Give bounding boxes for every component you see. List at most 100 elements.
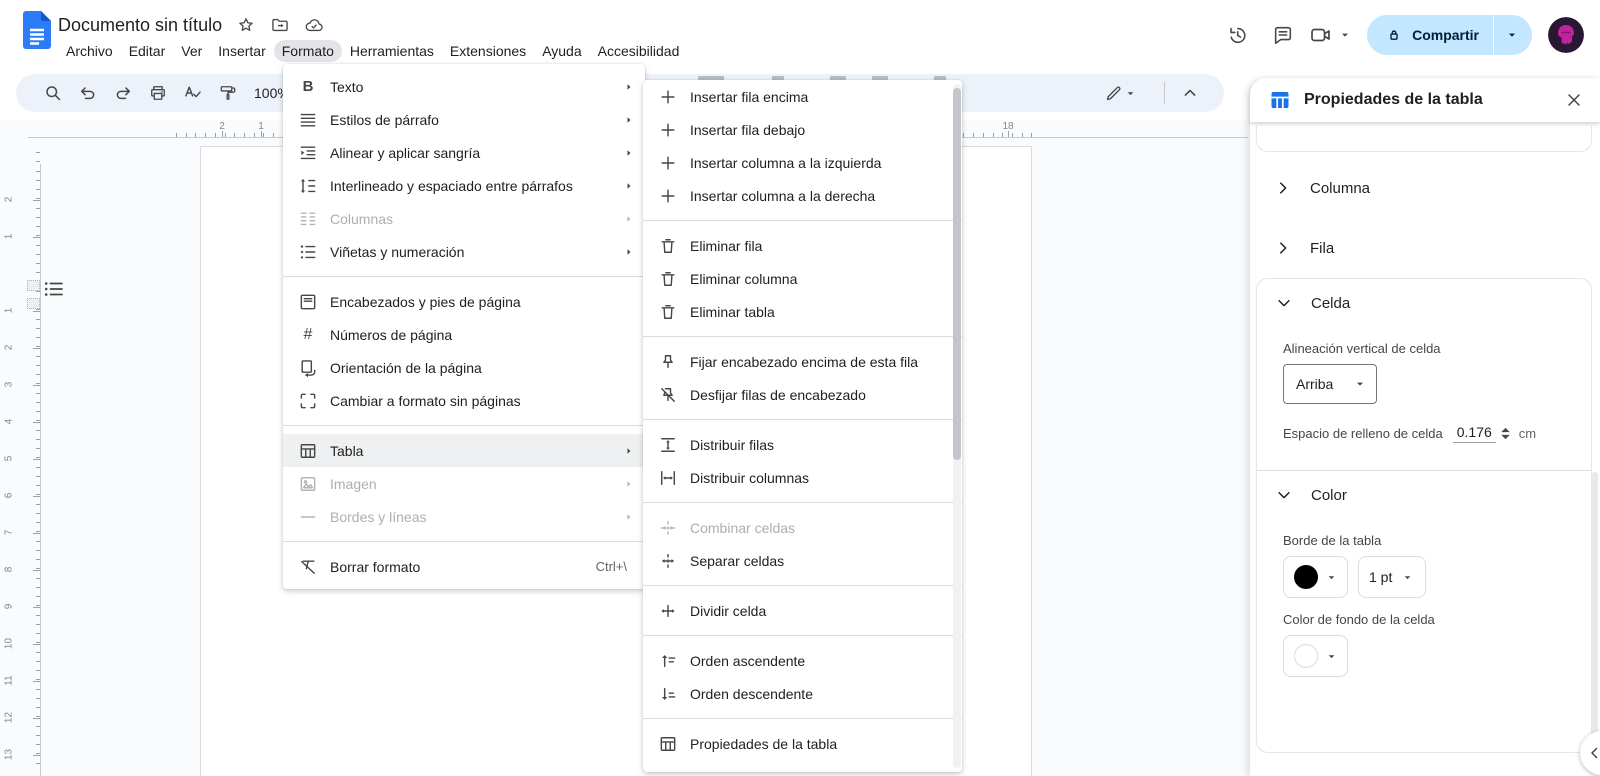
star-icon[interactable] xyxy=(236,15,256,35)
menubar-item-ver[interactable]: Ver xyxy=(173,40,210,62)
menu-item-label: Desfijar filas de encabezado xyxy=(690,386,866,403)
menu-item-label: Interlineado y espaciado entre párrafos xyxy=(330,177,573,194)
move-folder-icon[interactable] xyxy=(270,15,290,35)
menu-item-orden-ascendente[interactable]: Orden ascendente xyxy=(643,644,962,677)
chevron-down-icon[interactable] xyxy=(1275,486,1293,504)
meet-call-button[interactable] xyxy=(1309,23,1353,47)
ruler-tick xyxy=(214,133,216,137)
menu-item-orientacion-de-pagina[interactable]: Orientación de la página xyxy=(283,351,645,384)
ruler-tick xyxy=(36,744,40,745)
docs-logo-icon[interactable] xyxy=(23,11,51,49)
menu-item-insertar-columna-izquierda[interactable]: Insertar columna a la izquierda xyxy=(643,146,962,179)
table-row-grip[interactable] xyxy=(27,298,40,309)
search-menus-icon[interactable] xyxy=(40,80,66,106)
menu-item-numeros-de-pagina[interactable]: # Números de página xyxy=(283,318,645,351)
menu-item-fijar-encabezado[interactable]: Fijar encabezado encima de esta fila xyxy=(643,345,962,378)
menu-item-insertar-fila-encima[interactable]: Insertar fila encima xyxy=(643,80,962,113)
chevron-down-icon[interactable] xyxy=(1275,294,1293,312)
chevron-right-icon[interactable] xyxy=(1274,239,1292,257)
chevron-right-icon[interactable] xyxy=(1274,179,1292,197)
section-label: Celda xyxy=(1311,294,1351,312)
menubar-item-ayuda[interactable]: Ayuda xyxy=(534,40,589,62)
plus-icon xyxy=(658,120,678,140)
menubar-item-accesibilidad[interactable]: Accesibilidad xyxy=(590,40,688,62)
menu-item-orden-descendente[interactable]: Orden descendente xyxy=(643,677,962,710)
cloud-status-icon[interactable] xyxy=(304,15,324,35)
redo-icon[interactable] xyxy=(110,80,136,106)
menu-item-dividir-celda[interactable]: Dividir celda xyxy=(643,594,962,627)
meet-dropdown-icon[interactable] xyxy=(1337,27,1353,43)
valign-select[interactable]: Arriba xyxy=(1283,364,1377,404)
menu-item-eliminar-tabla[interactable]: Eliminar tabla xyxy=(643,295,962,328)
ruler-tick xyxy=(36,549,40,551)
menu-item-encabezados-y-pies[interactable]: Encabezados y pies de página xyxy=(283,285,645,318)
menu-item-separar-celdas[interactable]: Separar celdas xyxy=(643,544,962,577)
ruler-tick xyxy=(36,161,40,163)
menu-item-vinetas-y-numeracion[interactable]: Viñetas y numeración xyxy=(283,235,645,268)
share-button[interactable]: Compartir xyxy=(1367,15,1532,55)
menu-item-label: Fijar encabezado encima de esta fila xyxy=(690,353,919,370)
menu-item-insertar-fila-debajo[interactable]: Insertar fila debajo xyxy=(643,113,962,146)
border-width-select[interactable]: 1 pt xyxy=(1358,556,1427,598)
menubar-item-editar[interactable]: Editar xyxy=(121,40,174,62)
section-fila[interactable]: Fila xyxy=(1256,226,1592,270)
paint-format-icon[interactable] xyxy=(215,80,241,106)
menu-item-propiedades-de-la-tabla[interactable]: Propiedades de la tabla xyxy=(643,727,962,760)
section-color[interactable]: Color xyxy=(1257,471,1591,519)
border-color-swatch[interactable] xyxy=(1283,556,1348,598)
close-panel-icon[interactable] xyxy=(1556,82,1592,118)
pin-icon xyxy=(658,352,678,372)
padding-input[interactable]: 0.176 xyxy=(1452,424,1496,443)
padding-stepper[interactable] xyxy=(1500,427,1511,440)
panel-scrollbar[interactable] xyxy=(1592,472,1598,762)
menubar-item-insertar[interactable]: Insertar xyxy=(210,40,273,62)
menu-item-desfijar-filas[interactable]: Desfijar filas de encabezado xyxy=(643,378,962,411)
ruler-tick xyxy=(36,392,40,394)
document-title[interactable]: Documento sin título xyxy=(58,15,222,36)
spellcheck-icon[interactable] xyxy=(180,80,206,106)
menu-separator xyxy=(643,419,962,420)
vertical-ruler[interactable]: 2 1 1 2 3 4 5 6 7 8 9 10 11 12 13 xyxy=(0,138,41,776)
menu-item-texto[interactable]: B Texto xyxy=(283,70,645,103)
menu-item-tabla[interactable]: Tabla xyxy=(283,434,645,467)
ruler-tick xyxy=(36,633,40,634)
share-dropdown-icon[interactable] xyxy=(1494,15,1532,55)
document-outline-icon[interactable] xyxy=(42,277,66,301)
menu-item-label: Separar celdas xyxy=(690,552,785,569)
menu-item-alinear-y-aplicar-sangria[interactable]: Alinear y aplicar sangría xyxy=(283,136,645,169)
cell-bg-swatch[interactable] xyxy=(1283,635,1348,677)
section-columna[interactable]: Columna xyxy=(1256,166,1592,210)
menubar-item-archivo[interactable]: Archivo xyxy=(58,40,121,62)
table-icon xyxy=(658,734,678,754)
table-row-grip[interactable] xyxy=(27,280,40,291)
menu-separator xyxy=(283,425,645,426)
menu-item-interlineado[interactable]: Interlineado y espaciado entre párrafos xyxy=(283,169,645,202)
hide-menus-icon[interactable] xyxy=(1177,80,1203,106)
submenu-scrollbar-thumb[interactable] xyxy=(953,88,961,460)
avatar[interactable] xyxy=(1548,17,1584,53)
undo-icon[interactable] xyxy=(75,80,101,106)
editing-mode-button[interactable] xyxy=(1099,80,1143,106)
menubar-item-extensiones[interactable]: Extensiones xyxy=(442,40,534,62)
menu-item-eliminar-fila[interactable]: Eliminar fila xyxy=(643,229,962,262)
ruler-tick xyxy=(36,355,40,357)
ruler-tick xyxy=(36,170,40,172)
menu-item-bordes-y-lineas: Bordes y líneas xyxy=(283,500,645,533)
menu-item-borrar-formato[interactable]: Borrar formato Ctrl+\ xyxy=(283,550,645,583)
menubar-item-herramientas[interactable]: Herramientas xyxy=(342,40,442,62)
version-history-button[interactable] xyxy=(1217,15,1257,55)
menu-item-label: Bordes y líneas xyxy=(330,508,427,525)
menu-item-estilos-de-parrafo[interactable]: Estilos de párrafo xyxy=(283,103,645,136)
section-celda[interactable]: Celda xyxy=(1257,279,1591,327)
menubar-item-formato[interactable]: Formato xyxy=(273,40,342,62)
ruler-number: 2 xyxy=(3,344,15,351)
table-icon xyxy=(1268,88,1292,112)
print-icon[interactable] xyxy=(145,80,171,106)
menu-separator xyxy=(643,585,962,586)
comments-button[interactable] xyxy=(1263,15,1303,55)
menu-item-distribuir-columnas[interactable]: Distribuir columnas xyxy=(643,461,962,494)
menu-item-insertar-columna-derecha[interactable]: Insertar columna a la derecha xyxy=(643,179,962,212)
menu-item-eliminar-columna[interactable]: Eliminar columna xyxy=(643,262,962,295)
menu-item-distribuir-filas[interactable]: Distribuir filas xyxy=(643,428,962,461)
menu-item-formato-sin-paginas[interactable]: Cambiar a formato sin páginas xyxy=(283,384,645,417)
